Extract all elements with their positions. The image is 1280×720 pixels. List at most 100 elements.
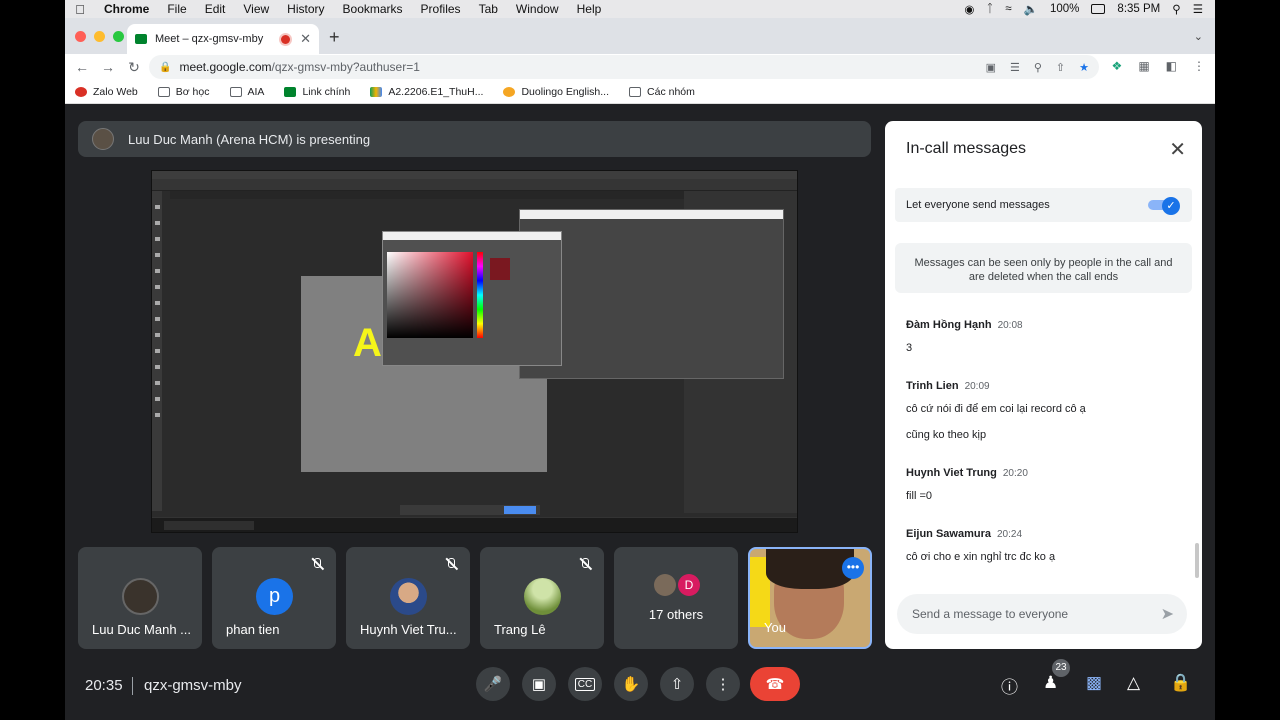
chat-message: Đàm Hồng Hạnh 20:08 3 bbox=[906, 319, 1186, 355]
record-status-icon[interactable]: ◉ bbox=[964, 2, 974, 16]
activities-icon[interactable]: △ bbox=[1127, 673, 1140, 693]
control-center-icon[interactable]: ☰ bbox=[1193, 2, 1203, 16]
message-input[interactable]: Send a message to everyone ➤ bbox=[897, 594, 1187, 634]
bookmark-duolingo[interactable]: Duolingo English... bbox=[503, 86, 609, 98]
lock-icon[interactable]: 🔒 bbox=[159, 62, 171, 73]
mic-off-icon bbox=[444, 557, 458, 571]
volume-icon[interactable]: 🔈 bbox=[1024, 2, 1038, 16]
ps-tool-icon bbox=[155, 237, 160, 241]
more-options-icon[interactable]: ••• bbox=[842, 557, 864, 579]
ps-tool-icon bbox=[155, 285, 160, 289]
menu-window[interactable]: Window bbox=[507, 2, 568, 16]
captions-button[interactable]: CC bbox=[568, 667, 602, 701]
bluetooth-icon[interactable]: ᛏ bbox=[986, 3, 993, 15]
menu-profiles[interactable]: Profiles bbox=[412, 2, 470, 16]
zoom-icon[interactable]: ⚲ bbox=[1034, 61, 1042, 74]
menubar-clock[interactable]: 8:35 PM bbox=[1117, 3, 1160, 15]
chat-icon[interactable]: ▩ bbox=[1086, 673, 1102, 693]
host-controls-icon[interactable]: 🔒 bbox=[1170, 673, 1191, 693]
tab-meet[interactable]: Meet – qzx-gmsv-mby ✕ bbox=[127, 24, 319, 54]
meeting-details-icon[interactable]: ⓘ bbox=[1001, 673, 1018, 698]
menu-app[interactable]: Chrome bbox=[95, 2, 158, 16]
chrome-menu-icon[interactable]: ⋮ bbox=[1193, 59, 1205, 73]
let-everyone-send-toggle[interactable]: ✓ bbox=[1148, 197, 1180, 215]
new-tab-button[interactable]: + bbox=[329, 27, 340, 48]
bookmark-folder-bohoc[interactable]: Bơ học bbox=[157, 86, 210, 98]
letterbox-left bbox=[0, 0, 65, 720]
extension-icon[interactable]: ❖ bbox=[1112, 59, 1123, 73]
panel-scrollbar[interactable] bbox=[1195, 543, 1199, 578]
avatar bbox=[390, 578, 427, 615]
menu-help[interactable]: Help bbox=[568, 2, 611, 16]
bookmark-label: Link chính bbox=[302, 85, 351, 98]
tab-search-chevron-icon[interactable]: ⌄ bbox=[1194, 30, 1203, 43]
bookmark-drive[interactable]: A2.2206.E1_ThuH... bbox=[370, 86, 483, 98]
avatar bbox=[524, 578, 561, 615]
bookmark-zalo[interactable]: Zalo Web bbox=[75, 86, 138, 98]
send-icon[interactable]: ➤ bbox=[1161, 604, 1174, 624]
present-button[interactable]: ⇧ bbox=[660, 667, 694, 701]
letterbox-right bbox=[1215, 0, 1280, 720]
toggle-label: Let everyone send messages bbox=[906, 199, 1050, 211]
more-options-button[interactable]: ⋮ bbox=[706, 667, 740, 701]
bookmark-star-icon[interactable]: ★ bbox=[1079, 61, 1089, 74]
menu-bookmarks[interactable]: Bookmarks bbox=[334, 2, 412, 16]
avatar: D bbox=[678, 574, 700, 596]
camera-button[interactable]: ▣ bbox=[522, 667, 556, 701]
apple-icon[interactable]:  bbox=[65, 2, 95, 17]
shared-screen[interactable]: A bbox=[151, 170, 798, 533]
participant-tile[interactable]: Huynh Viet Tru... bbox=[346, 547, 470, 649]
leave-call-button[interactable]: ☎ bbox=[750, 667, 800, 701]
ps-windows-taskbar bbox=[152, 517, 797, 532]
bookmark-label: AIA bbox=[247, 85, 265, 98]
address-bar[interactable]: 🔒 meet.google.com/qzx-gmsv-mby?authuser=… bbox=[149, 55, 1099, 79]
message-sender: Đàm Hồng Hạnh bbox=[906, 319, 992, 331]
hand-icon: ✋ bbox=[621, 676, 641, 693]
folder-icon bbox=[157, 86, 170, 97]
camera-in-use-icon[interactable]: ▣ bbox=[986, 61, 996, 74]
reload-button[interactable]: ↻ bbox=[121, 59, 147, 76]
let-everyone-send-row: Let everyone send messages ✓ bbox=[895, 188, 1192, 222]
bookmark-link-chinh[interactable]: Link chính bbox=[284, 86, 350, 98]
menu-view[interactable]: View bbox=[234, 2, 278, 16]
participant-tile[interactable]: p phan tien bbox=[212, 547, 336, 649]
bookmark-folder-cac-nhom[interactable]: Các nhóm bbox=[629, 86, 695, 98]
minimize-window-button[interactable] bbox=[94, 31, 105, 42]
avatar: p bbox=[256, 578, 293, 615]
microphone-button[interactable]: 🎤 bbox=[476, 667, 510, 701]
back-button[interactable]: ← bbox=[69, 59, 95, 75]
self-tile[interactable]: ••• You bbox=[748, 547, 872, 649]
screen:  Chrome File Edit View History Bookmark… bbox=[65, 0, 1215, 720]
ps-tool-icon bbox=[155, 349, 160, 353]
close-window-button[interactable] bbox=[75, 31, 86, 42]
participant-tile[interactable]: Trang Lê bbox=[480, 547, 604, 649]
share-icon[interactable]: ⇧ bbox=[1056, 61, 1065, 74]
translate-icon[interactable]: ☰ bbox=[1010, 61, 1020, 74]
battery-icon[interactable] bbox=[1091, 4, 1106, 14]
raise-hand-button[interactable]: ✋ bbox=[614, 667, 648, 701]
presenter-avatar bbox=[92, 128, 114, 150]
battery-percent[interactable]: 100% bbox=[1050, 3, 1079, 15]
side-panel-icon[interactable]: ◧ bbox=[1166, 59, 1177, 73]
forward-button[interactable]: → bbox=[95, 59, 121, 75]
zoom-window-button[interactable] bbox=[113, 31, 124, 42]
mic-off-icon bbox=[310, 557, 324, 571]
chat-panel: In-call messages ✕ Let everyone send mes… bbox=[885, 121, 1202, 649]
menu-edit[interactable]: Edit bbox=[196, 2, 235, 16]
wifi-icon[interactable]: ≈ bbox=[1005, 3, 1011, 15]
others-tile[interactable]: D 17 others bbox=[614, 547, 738, 649]
participant-name: Trang Lê bbox=[494, 622, 546, 637]
menu-history[interactable]: History bbox=[278, 2, 333, 16]
extensions-puzzle-icon[interactable]: ▦ bbox=[1138, 59, 1149, 73]
menu-tab[interactable]: Tab bbox=[470, 2, 507, 16]
close-tab-icon[interactable]: ✕ bbox=[300, 31, 311, 47]
bookmark-folder-aia[interactable]: AIA bbox=[229, 85, 265, 98]
menu-file[interactable]: File bbox=[158, 2, 195, 16]
participant-tile[interactable]: Luu Duc Manh ... bbox=[78, 547, 202, 649]
close-icon[interactable]: ✕ bbox=[1169, 137, 1186, 162]
info-note: Messages can be seen only by people in t… bbox=[895, 243, 1192, 293]
more-vert-icon: ⋮ bbox=[715, 676, 731, 693]
spotlight-search-icon[interactable]: ⚲ bbox=[1172, 2, 1180, 16]
participant-name: Luu Duc Manh ... bbox=[92, 622, 191, 637]
folder-icon bbox=[229, 86, 242, 97]
